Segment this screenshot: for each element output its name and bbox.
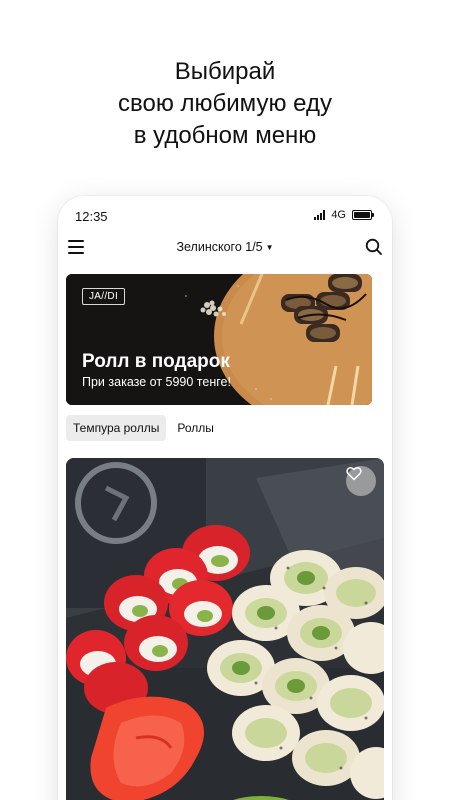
category-tabs: Темпура роллы Роллы [66,415,221,441]
app-bar: Зелинского 1/5 ▼ [58,232,392,266]
banner-title: Ролл в подарок [82,351,230,372]
search-icon[interactable] [365,238,383,256]
product-card[interactable] [66,458,384,800]
status-time: 12:35 [75,209,108,224]
tab-tempura-rolls[interactable]: Темпура роллы [66,415,167,441]
location-label: Зелинского 1/5 [176,240,263,254]
phone-frame: 12:35 4G Зелинского 1/5 ▼ JA//DI Ролл в … [58,196,392,800]
signal-icon [314,210,326,220]
status-bar: 12:35 4G [58,196,392,232]
promo-headline: Выбирай свою любимую еду в удобном меню [0,56,450,152]
banner-subtitle: При заказе от 5990 тенге! [82,375,231,389]
headline-line-2: свою любимую еду [118,90,332,117]
location-selector[interactable]: Зелинского 1/5 ▼ [58,240,392,254]
promo-banner[interactable]: JA//DI Ролл в подарок При заказе от 5990… [66,274,372,405]
battery-icon [352,210,374,220]
chevron-down-icon: ▼ [265,243,274,253]
tab-rolls[interactable]: Роллы [170,415,221,441]
heart-icon [346,467,362,481]
headline-line-3: в удобном меню [133,122,317,149]
brand-badge: JA//DI [82,288,126,305]
headline-line-1: Выбирай [174,58,276,85]
network-label: 4G [331,209,346,221]
favorite-button[interactable] [346,466,376,496]
status-indicators: 4G [314,209,374,221]
product-image [66,458,384,800]
